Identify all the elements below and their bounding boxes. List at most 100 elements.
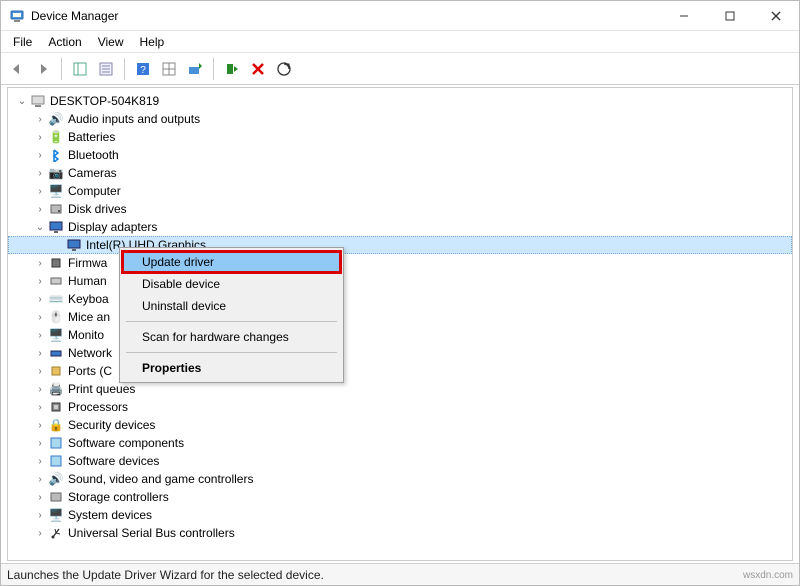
ctx-separator [126,321,337,322]
tree-item-display-adapters[interactable]: ⌄ Display adapters [8,218,792,236]
expand-icon[interactable]: › [34,509,46,521]
update-driver-button[interactable] [183,57,207,81]
tree-label: Computer [68,184,121,198]
forward-button[interactable] [31,57,55,81]
tree-label: Batteries [68,130,115,144]
keyboard-icon: ⌨️ [48,291,64,307]
enable-device-button[interactable] [220,57,244,81]
tree-item-security[interactable]: ›🔒Security devices [8,416,792,434]
uninstall-button[interactable] [246,57,270,81]
display-icon [66,237,82,253]
expand-icon[interactable]: › [34,167,46,179]
help-button[interactable]: ? [131,57,155,81]
expand-icon[interactable]: › [34,401,46,413]
tree-label: Network [68,346,112,360]
tree-item-computer[interactable]: ›🖥️Computer [8,182,792,200]
ctx-label: Scan for hardware changes [142,330,289,344]
tree-item-audio[interactable]: ›🔊Audio inputs and outputs [8,110,792,128]
expand-icon[interactable]: › [34,185,46,197]
maximize-button[interactable] [707,1,753,31]
tree-item-software-devices[interactable]: › Software devices [8,452,792,470]
menu-file[interactable]: File [5,33,40,51]
display-icon [48,219,64,235]
expand-icon[interactable]: › [34,149,46,161]
expand-icon[interactable]: › [34,311,46,323]
menu-view[interactable]: View [90,33,132,51]
tree-label: Universal Serial Bus controllers [68,526,235,540]
tree-item-cameras[interactable]: ›📷Cameras [8,164,792,182]
statusbar: Launches the Update Driver Wizard for th… [1,563,799,585]
close-button[interactable] [753,1,799,31]
ctx-scan-hardware[interactable]: Scan for hardware changes [122,326,341,348]
watermark: wsxdn.com [743,570,793,581]
scan-hardware-button[interactable] [272,57,296,81]
tree-item-processors[interactable]: ›Processors [8,398,792,416]
tree-label: Human [68,274,107,288]
tree-root[interactable]: ⌄ DESKTOP-504K819 [8,92,792,110]
software-icon [48,453,64,469]
expand-icon[interactable]: › [34,419,46,431]
tree-item-usb[interactable]: › Universal Serial Bus controllers [8,524,792,542]
system-icon: 🖥️ [48,507,64,523]
expand-icon[interactable]: › [34,275,46,287]
tree-item-bluetooth[interactable]: ›Bluetooth [8,146,792,164]
computer-icon [30,93,46,109]
expand-icon[interactable]: › [34,131,46,143]
show-hide-tree-button[interactable] [68,57,92,81]
tree-item-software-components[interactable]: › Software components [8,434,792,452]
tree-label: Display adapters [68,220,157,234]
menubar: File Action View Help [1,31,799,53]
tree-item-sound[interactable]: ›🔊Sound, video and game controllers [8,470,792,488]
context-menu: Update driver Disable device Uninstall d… [119,247,344,383]
tree-item-system[interactable]: ›🖥️System devices [8,506,792,524]
expand-icon[interactable]: › [34,383,46,395]
grid-button[interactable] [157,57,181,81]
menu-help[interactable]: Help [132,33,173,51]
ctx-disable-device[interactable]: Disable device [122,273,341,295]
ctx-label: Disable device [142,277,220,291]
ctx-label: Properties [142,361,201,375]
ctx-label: Update driver [142,255,214,269]
expand-icon[interactable]: › [34,113,46,125]
tree-item-storage-controllers[interactable]: ›Storage controllers [8,488,792,506]
lock-icon: 🔒 [48,417,64,433]
mouse-icon: 🖱️ [48,309,64,325]
expand-icon[interactable]: › [34,257,46,269]
expand-icon[interactable]: › [34,365,46,377]
tree-label: Disk drives [68,202,127,216]
svg-text:?: ? [140,65,146,76]
tree-label: Ports (C [68,364,112,378]
expand-icon[interactable]: › [34,329,46,341]
titlebar: Device Manager [1,1,799,31]
properties-button[interactable] [94,57,118,81]
network-icon [48,345,64,361]
tree-item-disk-drives[interactable]: › Disk drives [8,200,792,218]
ctx-label: Uninstall device [142,299,226,313]
tree-label: Firmwa [68,256,107,270]
collapse-icon[interactable]: ⌄ [16,95,28,107]
printer-icon: 🖨️ [48,381,64,397]
ctx-uninstall-device[interactable]: Uninstall device [122,295,341,317]
ctx-properties[interactable]: Properties [122,357,341,379]
back-button[interactable] [5,57,29,81]
expand-icon[interactable]: › [34,473,46,485]
expand-icon[interactable]: › [34,347,46,359]
expand-icon[interactable]: › [34,491,46,503]
component-icon [48,435,64,451]
expand-icon[interactable]: › [34,527,46,539]
tree-item-batteries[interactable]: ›🔋Batteries [8,128,792,146]
ctx-update-driver[interactable]: Update driver [122,251,341,273]
expand-icon[interactable]: › [34,455,46,467]
expand-icon[interactable]: › [34,437,46,449]
toolbar-divider [213,58,214,80]
tree-label: Cameras [68,166,117,180]
tree-label: Software components [68,436,184,450]
expand-icon[interactable]: › [34,293,46,305]
collapse-icon[interactable]: ⌄ [34,221,46,233]
tree-label: Software devices [68,454,159,468]
minimize-button[interactable] [661,1,707,31]
menu-action[interactable]: Action [40,33,89,51]
expand-icon[interactable]: › [34,203,46,215]
usb-icon [48,525,64,541]
tree-label: Audio inputs and outputs [68,112,200,126]
